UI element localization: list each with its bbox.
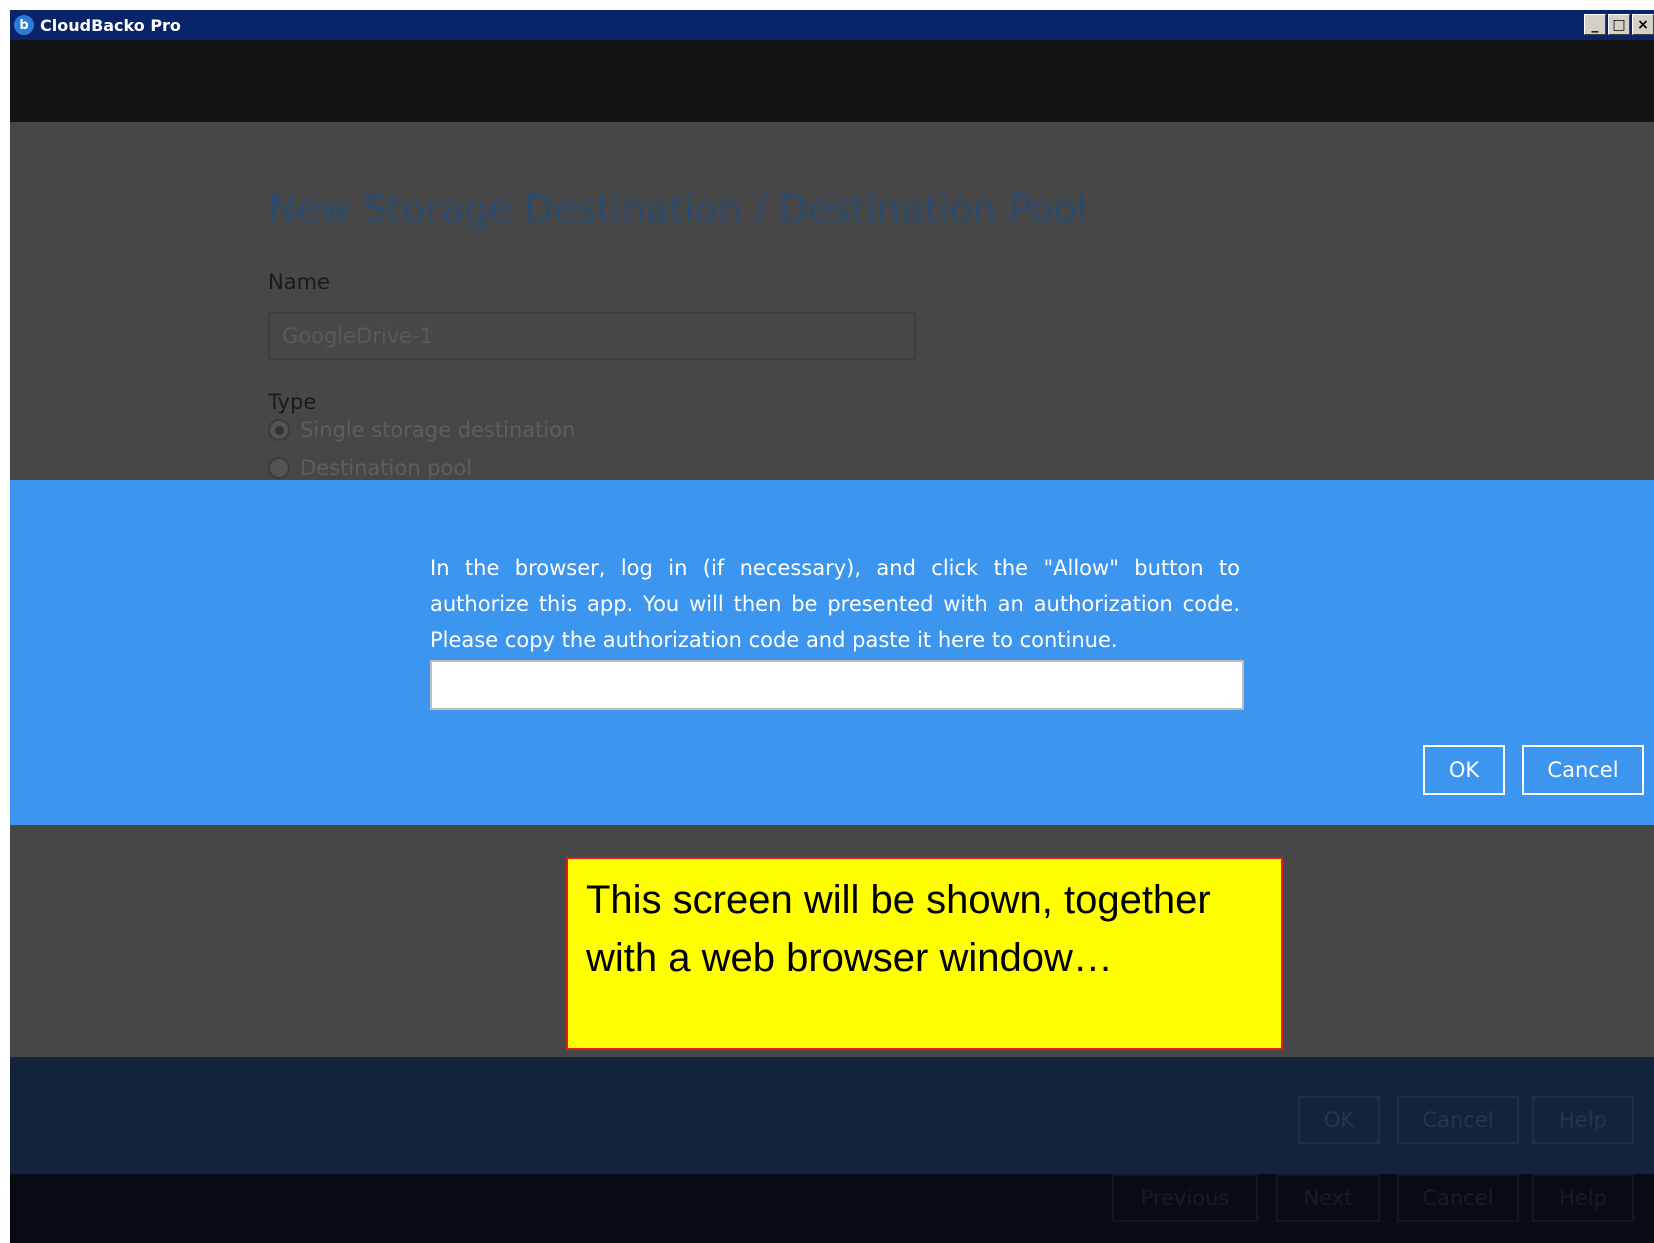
window-controls: _ □ × — [1584, 14, 1654, 35]
authorization-message: In the browser, log in (if necessary), a… — [430, 556, 1240, 652]
secondary-cancel-button[interactable]: Cancel — [1397, 1174, 1519, 1222]
dimmed-footer-secondary: Previous Next Cancel Help — [10, 1174, 1654, 1243]
page-title: New Storage Destination / Destination Po… — [268, 187, 1088, 231]
maximize-button[interactable]: □ — [1608, 14, 1630, 35]
footer-ok-button[interactable]: OK — [1298, 1096, 1380, 1144]
close-button[interactable]: × — [1632, 14, 1654, 35]
radio-unselected-icon — [268, 457, 290, 479]
name-input[interactable]: GoogleDrive-1 — [268, 312, 916, 360]
top-header-bar — [10, 40, 1654, 122]
app-window: b CloudBacko Pro _ □ × New Storage Desti… — [10, 10, 1654, 1243]
title-bar[interactable]: b CloudBacko Pro _ □ × — [10, 10, 1654, 40]
radio-label-pool: Destination pool — [300, 456, 473, 480]
authorization-dialog: In the browser, log in (if necessary), a… — [10, 480, 1654, 825]
radio-single-storage[interactable]: Single storage destination — [268, 418, 575, 442]
radio-selected-icon — [268, 419, 290, 441]
cloudbacko-logo-icon: b — [14, 15, 34, 35]
window-title: CloudBacko Pro — [40, 15, 181, 35]
footer-cancel-button[interactable]: Cancel — [1397, 1096, 1519, 1144]
type-label: Type — [268, 390, 317, 414]
authorization-code-input[interactable] — [430, 660, 1244, 710]
dialog-cancel-button[interactable]: Cancel — [1522, 745, 1644, 795]
minimize-button[interactable]: _ — [1584, 14, 1606, 35]
secondary-help-button[interactable]: Help — [1532, 1174, 1634, 1222]
previous-button[interactable]: Previous — [1112, 1174, 1258, 1222]
dimmed-footer-primary: OK Cancel Help — [10, 1057, 1654, 1174]
footer-help-button[interactable]: Help — [1532, 1096, 1634, 1144]
name-label: Name — [268, 270, 330, 294]
radio-label-single: Single storage destination — [300, 418, 576, 442]
radio-destination-pool[interactable]: Destination pool — [268, 456, 472, 480]
dialog-ok-button[interactable]: OK — [1423, 745, 1505, 795]
annotation-callout: This screen will be shown, together with… — [566, 857, 1283, 1050]
next-button[interactable]: Next — [1276, 1174, 1380, 1222]
